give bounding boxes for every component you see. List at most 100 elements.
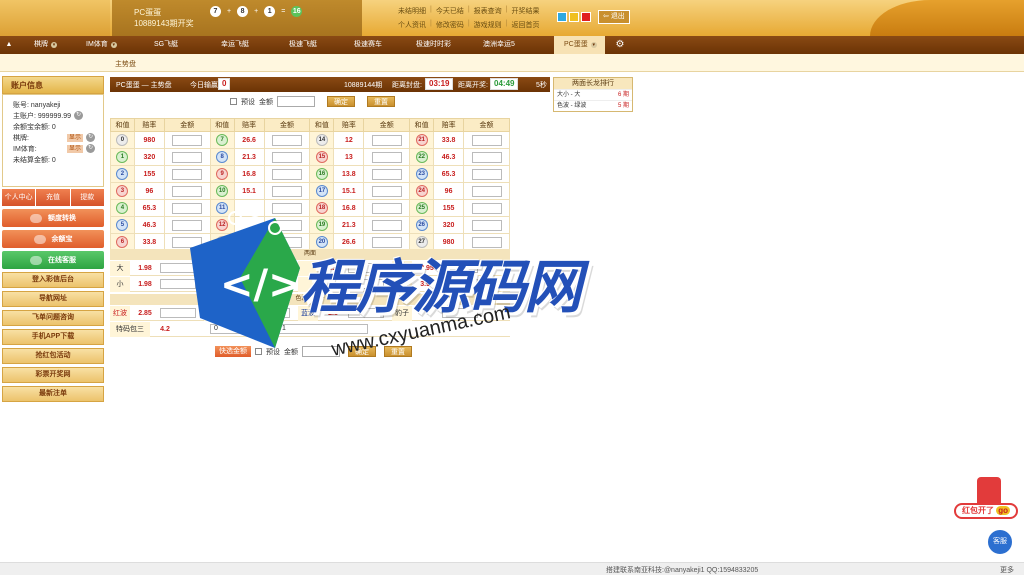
amount-input[interactable] (302, 346, 340, 357)
bet-amount-input[interactable] (254, 263, 290, 273)
bet-amount-input[interactable] (348, 308, 384, 318)
nav-item-sg-feiting[interactable]: SG飞艇 (142, 36, 207, 54)
bet-amount-input[interactable] (272, 151, 303, 163)
bet-amount-input[interactable] (272, 168, 303, 180)
bet-amount-input[interactable] (442, 279, 478, 289)
bet-amount-input[interactable] (160, 308, 196, 318)
bet-amount-input[interactable] (272, 202, 303, 214)
bet-amount-input[interactable] (172, 202, 203, 214)
refresh-icon[interactable]: ↻ (86, 144, 95, 153)
bet-amount-input[interactable] (471, 185, 502, 197)
theme-yellow-swatch[interactable] (569, 12, 579, 22)
bet-amount-input[interactable] (371, 219, 402, 231)
preset-checkbox[interactable] (230, 98, 237, 105)
link-rules[interactable]: 游戏规则 (474, 20, 502, 30)
show-button[interactable]: 显示 (66, 144, 83, 153)
yeb-button[interactable]: 余额宝 (2, 230, 104, 248)
bet-amount-input[interactable] (471, 151, 502, 163)
bet-amount-input[interactable] (272, 134, 303, 146)
nav-item-speed-racing[interactable]: 极速赛车 (338, 36, 402, 54)
bet-amount-input[interactable] (471, 219, 502, 231)
theme-blue-swatch[interactable] (557, 12, 567, 22)
bet-amount-input[interactable] (160, 263, 196, 273)
logout-button[interactable]: ⇦ 退出 (598, 10, 630, 24)
bet-amount-input[interactable] (254, 308, 290, 318)
menu-faq[interactable]: 飞单问题咨询 (2, 310, 104, 326)
settings-gear-icon[interactable]: ⚙ (605, 36, 635, 54)
nav-item-pc-dandan[interactable]: PC蛋蛋 ▾ (554, 36, 605, 54)
bet-amount-input[interactable] (371, 168, 402, 180)
bet-amount-input[interactable] (172, 151, 203, 163)
support-button[interactable]: 在线客服 (2, 251, 104, 269)
menu-admin-login[interactable]: 登入彩信后台 (2, 272, 104, 288)
reset-button[interactable]: 重置 (384, 346, 412, 357)
show-button[interactable]: 显示 (66, 133, 83, 142)
nav-item-chess[interactable]: 棋牌 ▾ (18, 36, 78, 54)
quick-amount-button[interactable]: 快选金额 (215, 346, 251, 357)
bet-amount-input[interactable] (371, 151, 402, 163)
menu-app-download[interactable]: 手机APP下载 (2, 329, 104, 345)
transfer-button[interactable]: 额度转换 (2, 209, 104, 227)
redpacket-widget[interactable]: 红包开了 go (950, 465, 1020, 535)
refresh-icon[interactable]: ↻ (73, 111, 83, 120)
preset-checkbox[interactable] (255, 348, 262, 355)
special-select-a[interactable]: 0 (210, 324, 270, 334)
bet-amount-input[interactable] (471, 236, 502, 248)
link-home[interactable]: 返回首页 (511, 20, 539, 30)
bet-amount-input[interactable] (371, 202, 402, 214)
bet-amount-input[interactable] (348, 279, 384, 289)
bet-amount-input[interactable] (471, 134, 502, 146)
nav-home-icon[interactable]: ▲ (0, 36, 18, 54)
bet-amount-input[interactable] (272, 219, 303, 231)
sum-cell: 27 (409, 233, 435, 251)
withdraw-button[interactable]: 提款 (70, 189, 104, 206)
menu-redpacket[interactable]: 抢红包活动 (2, 348, 104, 364)
bet-amount-input[interactable] (371, 236, 402, 248)
bet-amount-input[interactable] (272, 236, 303, 248)
personal-center-button[interactable]: 个人中心 (2, 189, 36, 206)
link-settled-today[interactable]: 今天已结 (436, 6, 464, 16)
theme-red-swatch[interactable] (581, 12, 591, 22)
amount-input[interactable] (277, 96, 315, 107)
menu-lottery-results[interactable]: 彩票开奖网 (2, 367, 104, 383)
nav-item-aus-lucky5[interactable]: 澳洲幸运5 (469, 36, 554, 54)
link-unsettled[interactable]: 未结明细 (398, 6, 426, 16)
confirm-button[interactable]: 确定 (327, 96, 355, 107)
footer-more-link[interactable]: 更多 (1000, 565, 1014, 575)
bet-amount-input[interactable] (471, 202, 502, 214)
bet-amount-input[interactable] (371, 185, 402, 197)
nav-item-lucky-feiting[interactable]: 幸运飞艇 (207, 36, 273, 54)
chat-support-icon[interactable]: 客服 (986, 528, 1014, 556)
bet-amount-input[interactable] (272, 185, 303, 197)
refresh-icon[interactable]: ↻ (86, 133, 95, 142)
link-change-password[interactable]: 修改密码 (436, 20, 464, 30)
bet-odds: 2.8 (328, 309, 338, 317)
bet-amount-input[interactable] (442, 308, 478, 318)
menu-latest-bets[interactable]: 最新注单 (2, 386, 104, 402)
bet-amount-input[interactable] (371, 134, 402, 146)
special-select-b[interactable]: 1 (278, 324, 368, 334)
odds-cell: 33.8 (133, 233, 165, 251)
link-results[interactable]: 开奖结果 (511, 6, 539, 16)
bet-amount-input[interactable] (348, 263, 384, 273)
reset-button[interactable]: 重置 (367, 96, 395, 107)
bet-amount-input[interactable] (160, 279, 196, 289)
menu-nav-url[interactable]: 导航网址 (2, 291, 104, 307)
number-ball: 16 (315, 168, 328, 180)
bet-amount-input[interactable] (442, 263, 478, 273)
nav-item-speed-ssc[interactable]: 极速时时彩 (402, 36, 469, 54)
bet-amount-input[interactable] (254, 279, 290, 289)
bet-amount-input[interactable] (172, 185, 203, 197)
link-profile[interactable]: 个人资讯 (398, 20, 426, 30)
bet-amount-input[interactable] (172, 219, 203, 231)
nav-item-im-sports[interactable]: IM体育 ▾ (78, 36, 142, 54)
confirm-button[interactable]: 确定 (348, 346, 376, 357)
link-reports[interactable]: 报表查询 (474, 6, 502, 16)
bet-amount-input[interactable] (172, 236, 203, 248)
deposit-button[interactable]: 充值 (36, 189, 70, 206)
bet-amount-input[interactable] (172, 134, 203, 146)
subnav-main-tab[interactable]: 主势盘 (115, 59, 136, 69)
nav-item-speed-feiting[interactable]: 极速飞艇 (273, 36, 338, 54)
bet-amount-input[interactable] (172, 168, 203, 180)
bet-amount-input[interactable] (471, 168, 502, 180)
